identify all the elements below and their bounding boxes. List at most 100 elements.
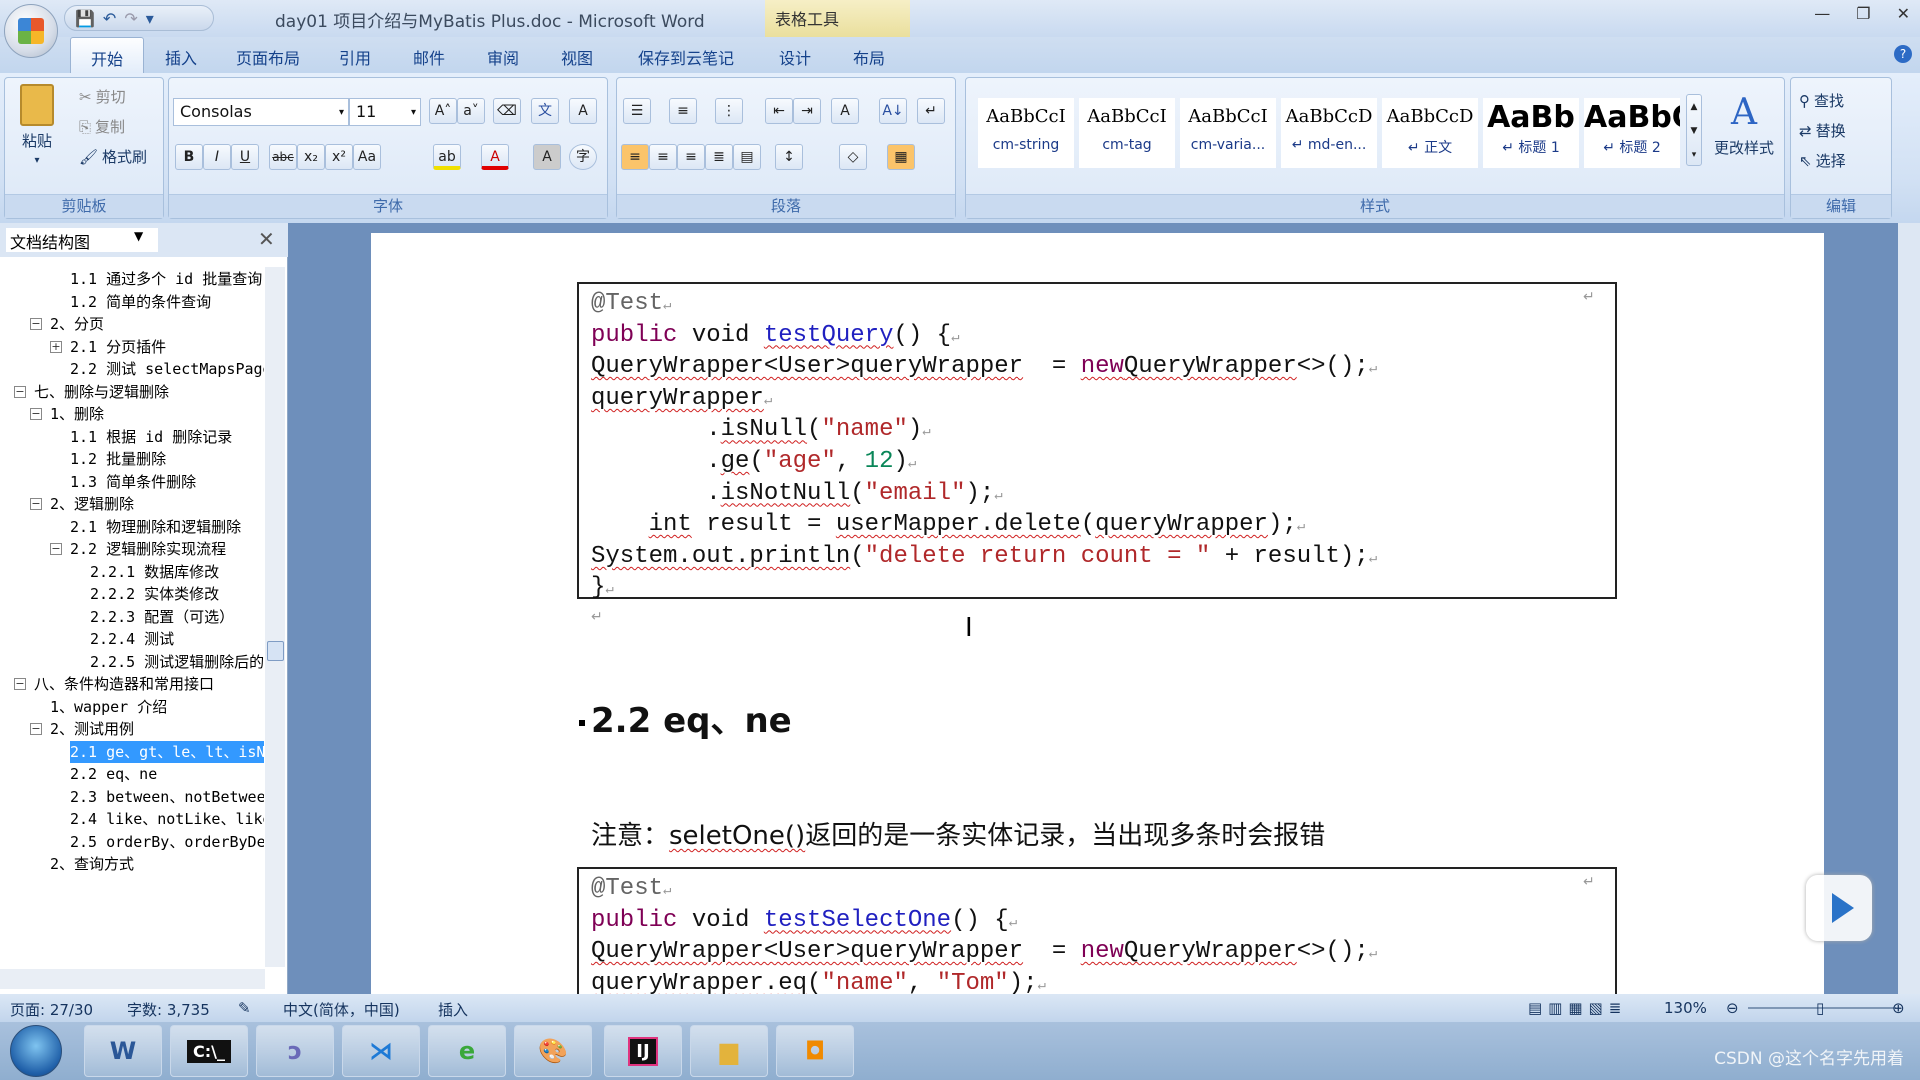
style-item[interactable]: AaBbCcI cm-tag [1079,98,1175,168]
insert-mode[interactable]: 插入 [438,999,468,1020]
intellij-icon[interactable]: IJ [604,1025,682,1077]
style-item[interactable]: AaBb ↵ 标题 1 [1483,98,1579,168]
nav-item[interactable]: 2.2.2 实体类修改 [90,583,219,605]
bullets-icon[interactable]: ☰ [623,98,651,124]
nav-item[interactable]: 1.2 批量删除 [70,448,166,470]
copy-button[interactable]: ⎘ 复制 [79,116,125,137]
nav-item[interactable]: 2.3 between、notBetween [70,786,264,808]
page-count[interactable]: 页面: 27/30 [10,999,93,1020]
nav-item[interactable]: 2.2 测试 selectMapsPage [70,358,264,380]
change-case-icon[interactable]: Aa [353,144,381,170]
shading-icon[interactable]: ◇ [839,144,867,170]
collapse-icon[interactable]: − [14,678,26,690]
start-button[interactable] [10,1025,62,1077]
bold-icon[interactable]: B [175,144,203,170]
tab-0[interactable]: 开始 [70,37,144,73]
office-button[interactable] [4,4,58,58]
zoom-slider-thumb[interactable]: ▯ [1816,999,1824,1017]
style-item[interactable]: AaBbCcI cm-varia... [1180,98,1276,168]
code-block[interactable]: @Test↵ public void testQuery() {↵ QueryWra… [577,282,1617,601]
nav-item[interactable]: 八、条件构造器和常用接口 [34,673,214,695]
tab-2[interactable]: 页面布局 [218,37,318,73]
nav-item[interactable]: 2.1 ge、gt、le、lt、isNull [70,740,264,763]
grow-font-icon[interactable]: A˄ [429,98,457,124]
font-color-icon[interactable]: A [481,144,509,170]
language[interactable]: 中文(简体，中国) [283,999,400,1020]
tab-6[interactable]: 视图 [540,37,614,73]
subscript-icon[interactable]: x₂ [297,144,325,170]
change-styles-button[interactable]: A 更改样式 [1708,92,1780,158]
numbering-icon[interactable]: ≡ [669,98,697,124]
close-icon[interactable]: ✕ [258,227,275,251]
nav-item[interactable]: 1.1 根据 id 删除记录 [70,426,232,448]
customize-icon[interactable]: ▾ [146,9,154,28]
select-button[interactable]: ⇖ 选择 [1799,150,1846,171]
superscript-icon[interactable]: x² [325,144,353,170]
style-item[interactable]: AaBbC ↵ 标题 2 [1584,98,1680,168]
nav-horizontal-scrollbar[interactable] [0,969,265,989]
nav-item[interactable]: 七、删除与逻辑删除 [34,381,169,403]
sort-icon[interactable]: A↓ [879,98,907,124]
cut-button[interactable]: ✂ 剪切 [79,86,126,107]
clear-format-icon[interactable]: ⌫ [493,98,521,124]
vscode-icon[interactable]: ⋊ [342,1025,420,1077]
justify-icon[interactable]: ≣ [705,144,733,170]
nav-item[interactable]: 2、逻辑删除 [50,493,134,515]
paint-icon[interactable]: 🎨 [514,1025,592,1077]
browser-icon[interactable]: e [428,1025,506,1077]
distribute-icon[interactable]: ▤ [733,144,761,170]
enclose-char-icon[interactable]: 字 [569,144,597,170]
nav-item[interactable]: 2.5 orderBy、orderByDesc [70,831,264,853]
zoom-out-icon[interactable]: ⊖ [1726,999,1739,1017]
redo-icon[interactable]: ↷ [124,9,137,28]
nav-item[interactable]: 2.2.1 数据库修改 [90,561,219,583]
tab-3[interactable]: 引用 [318,37,392,73]
style-item[interactable]: AaBbCcD ↵ 正文 [1382,98,1478,168]
text-direction-icon[interactable]: A [831,98,859,124]
save-icon[interactable]: 💾 [75,9,95,28]
nav-item[interactable]: 2.2 eq、ne [70,763,157,785]
find-button[interactable]: ⚲ 查找 [1799,90,1844,111]
explorer-icon[interactable]: ▆ [690,1025,768,1077]
nav-item[interactable]: 2.2 逻辑删除实现流程 [70,538,226,560]
vmware-icon[interactable]: ◘ [776,1025,854,1077]
view-buttons[interactable]: ▤▥▦▧≣ [1528,999,1627,1017]
strikethrough-icon[interactable]: abc [269,144,297,170]
nav-item[interactable]: 2.4 like、notLike、like [70,808,264,830]
style-item[interactable]: AaBbCcI cm-string [978,98,1074,168]
nav-item[interactable]: 1、删除 [50,403,104,425]
borders-icon[interactable]: ▦ [887,144,915,170]
style-item[interactable]: AaBbCcD ↵ md-en... [1281,98,1377,168]
collapse-icon[interactable]: − [30,408,42,420]
font-size-select[interactable]: 11 ▾ [349,98,421,126]
decrease-indent-icon[interactable]: ⇤ [765,98,793,124]
restore-button[interactable]: ❐ [1856,4,1870,23]
paste-button[interactable]: 粘贴 ▾ [17,84,57,166]
nav-item[interactable]: 2.1 物理删除和逻辑删除 [70,516,241,538]
increase-indent-icon[interactable]: ⇥ [793,98,821,124]
undo-icon[interactable]: ↶ [103,9,116,28]
gallery-scroll-icon[interactable]: ▲ ▼ ▾ [1686,94,1702,166]
tab-5[interactable]: 审阅 [466,37,540,73]
format-painter-button[interactable]: 🖌 格式刷 [79,146,147,167]
tab-7[interactable]: 保存到云笔记 [614,37,758,73]
chevron-down-icon[interactable]: ▼ [134,229,143,243]
show-marks-icon[interactable]: ↵ [917,98,945,124]
nav-item[interactable]: 1.1 通过多个 id 批量查询 [70,268,262,290]
char-border-icon[interactable]: A [569,98,597,124]
nav-scroll-thumb[interactable] [267,641,284,661]
char-shading-icon[interactable]: A [533,144,561,170]
collapse-icon[interactable]: − [30,498,42,510]
nav-item[interactable]: 2.2.4 测试 [90,628,174,650]
nav-item[interactable]: 2、查询方式 [50,853,134,875]
word-icon[interactable]: W [84,1025,162,1077]
shrink-font-icon[interactable]: a˅ [457,98,485,124]
tab-9[interactable]: 布局 [832,37,906,73]
close-button[interactable]: ✕ [1897,4,1910,23]
tab-8[interactable]: 设计 [758,37,832,73]
help-icon[interactable]: ? [1894,45,1912,63]
collapse-icon[interactable]: − [30,318,42,330]
collapse-icon[interactable]: − [50,543,62,555]
line-spacing-icon[interactable]: ↕ [775,144,803,170]
replace-button[interactable]: ⇄ 替换 [1799,120,1846,141]
